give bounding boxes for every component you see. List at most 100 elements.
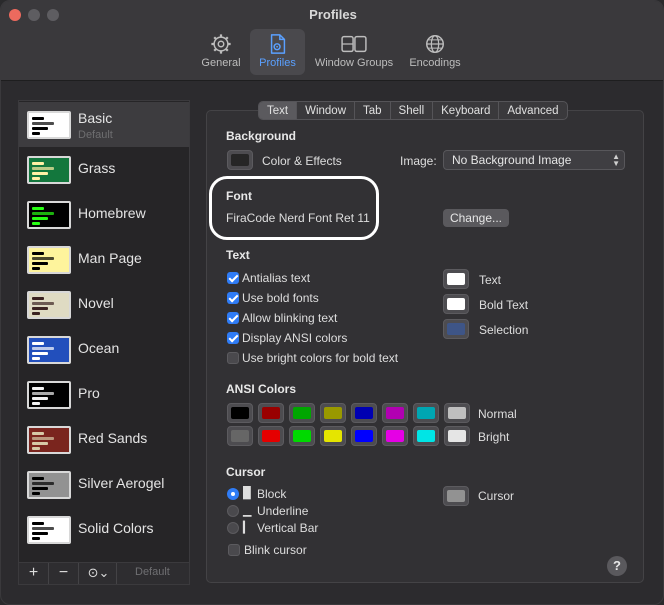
profile-item-pro[interactable]: Pro	[19, 372, 189, 417]
tab-tab[interactable]: Tab	[355, 102, 391, 119]
blink-cursor-checkbox[interactable]	[228, 544, 240, 556]
color-fill	[448, 430, 466, 442]
profile-item-novel[interactable]: Novel	[19, 282, 189, 327]
profile-actions-menu[interactable]: ⊙⌄	[81, 563, 117, 584]
ansi-bright-color-well-2[interactable]	[289, 426, 315, 446]
ansi-normal-color-well-3[interactable]	[320, 403, 346, 423]
ansi-normal-color-well-4[interactable]	[351, 403, 377, 423]
profile-item-basic[interactable]: Basic Default	[19, 102, 189, 147]
ansi-bright-color-well-1[interactable]	[258, 426, 284, 446]
text-color-well-bold-text[interactable]	[443, 294, 469, 314]
preview-line	[32, 392, 54, 395]
preview-line	[32, 342, 44, 345]
toolbar-window-groups[interactable]: Window Groups	[309, 29, 399, 75]
color-fill	[324, 407, 342, 419]
profile-item-grass[interactable]: Grass	[19, 147, 189, 192]
cursor-shape-icon: █	[243, 487, 251, 499]
profile-name: Basic	[78, 110, 113, 126]
preview-line	[32, 352, 48, 355]
help-button[interactable]: ?	[607, 556, 627, 576]
ansi-normal-color-well-1[interactable]	[258, 403, 284, 423]
profile-name: Pro	[78, 385, 100, 401]
text-option-label: Use bold fonts	[242, 291, 319, 305]
tab-window[interactable]: Window	[297, 102, 355, 119]
tab-advanced[interactable]: Advanced	[499, 102, 566, 119]
preview-line	[32, 122, 54, 125]
text-option-checkbox-4[interactable]	[227, 352, 239, 364]
preferences-window: Profiles General Profiles Window Groups …	[0, 0, 664, 605]
ansi-bright-label: Bright	[478, 430, 510, 444]
color-fill	[448, 407, 466, 419]
ansi-normal-color-well-2[interactable]	[289, 403, 315, 423]
profile-item-red-sands[interactable]: Red Sands	[19, 417, 189, 462]
background-image-value: No Background Image	[452, 153, 572, 167]
preview-line	[32, 477, 44, 480]
profile-list-footer: + − ⊙⌄ Default	[18, 562, 190, 585]
ansi-bright-color-well-3[interactable]	[320, 426, 346, 446]
tab-shell[interactable]: Shell	[391, 102, 434, 119]
color-fill	[231, 407, 249, 419]
remove-profile-button[interactable]: −	[49, 563, 79, 584]
toolbar-general[interactable]: General	[196, 29, 246, 75]
preview-line	[32, 537, 40, 540]
profile-preview-icon	[27, 156, 71, 184]
preview-line	[32, 397, 48, 400]
preview-line	[32, 262, 48, 265]
preview-line	[32, 167, 54, 170]
select-arrows-icon: ▲ ▼	[612, 152, 620, 168]
profile-item-ocean[interactable]: Ocean	[19, 327, 189, 372]
ansi-bright-color-well-5[interactable]	[382, 426, 408, 446]
tab-text[interactable]: Text	[259, 102, 298, 119]
tab-keyboard[interactable]: Keyboard	[433, 102, 500, 119]
profile-preview-icon	[27, 246, 71, 274]
profile-name: Silver Aerogel	[78, 475, 165, 491]
ansi-normal-color-well-7[interactable]	[444, 403, 470, 423]
preview-line	[32, 267, 40, 270]
window-groups-icon	[341, 35, 367, 53]
text-heading: Text	[226, 248, 250, 262]
background-color-well[interactable]	[227, 150, 253, 170]
color-fill	[262, 407, 280, 419]
set-default-button[interactable]: Default	[135, 566, 170, 578]
profile-item-man-page[interactable]: Man Page	[19, 237, 189, 282]
text-color-well-text[interactable]	[443, 269, 469, 289]
ansi-normal-color-well-5[interactable]	[382, 403, 408, 423]
ansi-bright-color-well-7[interactable]	[444, 426, 470, 446]
change-font-button[interactable]: Change...	[443, 209, 509, 227]
cursor-color-well[interactable]	[443, 486, 469, 506]
profile-name: Ocean	[78, 340, 120, 356]
ansi-bright-color-well-0[interactable]	[227, 426, 253, 446]
profile-item-homebrew[interactable]: Homebrew	[19, 192, 189, 237]
profile-item-solid-colors[interactable]: Solid Colors	[19, 507, 189, 552]
ansi-normal-color-well-6[interactable]	[413, 403, 439, 423]
cursor-radio-vertical-bar[interactable]	[227, 522, 239, 534]
text-option-checkbox-0[interactable]	[227, 272, 239, 284]
text-option-checkbox-3[interactable]	[227, 332, 239, 344]
preview-line	[32, 222, 40, 225]
add-profile-button[interactable]: +	[19, 563, 49, 584]
preview-line	[32, 347, 54, 350]
profile-item-silver-aerogel[interactable]: Silver Aerogel	[19, 462, 189, 507]
toolbar-encodings[interactable]: Encodings	[403, 29, 467, 75]
profile-preview-icon	[27, 426, 71, 454]
ansi-bright-color-well-4[interactable]	[351, 426, 377, 446]
image-label: Image:	[400, 154, 437, 168]
text-option-label: Use bright colors for bold text	[242, 351, 399, 365]
blink-cursor-label: Blink cursor	[244, 543, 307, 557]
cursor-color-label: Cursor	[478, 489, 515, 503]
window-title: Profiles	[309, 7, 357, 22]
cursor-option-label: Block	[257, 487, 287, 501]
text-option-checkbox-2[interactable]	[227, 312, 239, 324]
profile-name: Man Page	[78, 250, 142, 266]
ansi-normal-color-well-0[interactable]	[227, 403, 253, 423]
profile-list[interactable]: Basic Default Grass Homebrew Man Page Novel Oc…	[18, 100, 190, 563]
preview-line	[32, 487, 48, 490]
cursor-radio-block[interactable]	[227, 488, 239, 500]
cursor-radio-underline[interactable]	[227, 505, 239, 517]
toolbar-profiles[interactable]: Profiles	[250, 29, 305, 75]
text-color-well-selection[interactable]	[443, 319, 469, 339]
ansi-bright-color-well-6[interactable]	[413, 426, 439, 446]
text-option-checkbox-1[interactable]	[227, 292, 239, 304]
preview-line	[32, 127, 48, 130]
background-image-select[interactable]: No Background Image ▲ ▼	[443, 150, 625, 170]
